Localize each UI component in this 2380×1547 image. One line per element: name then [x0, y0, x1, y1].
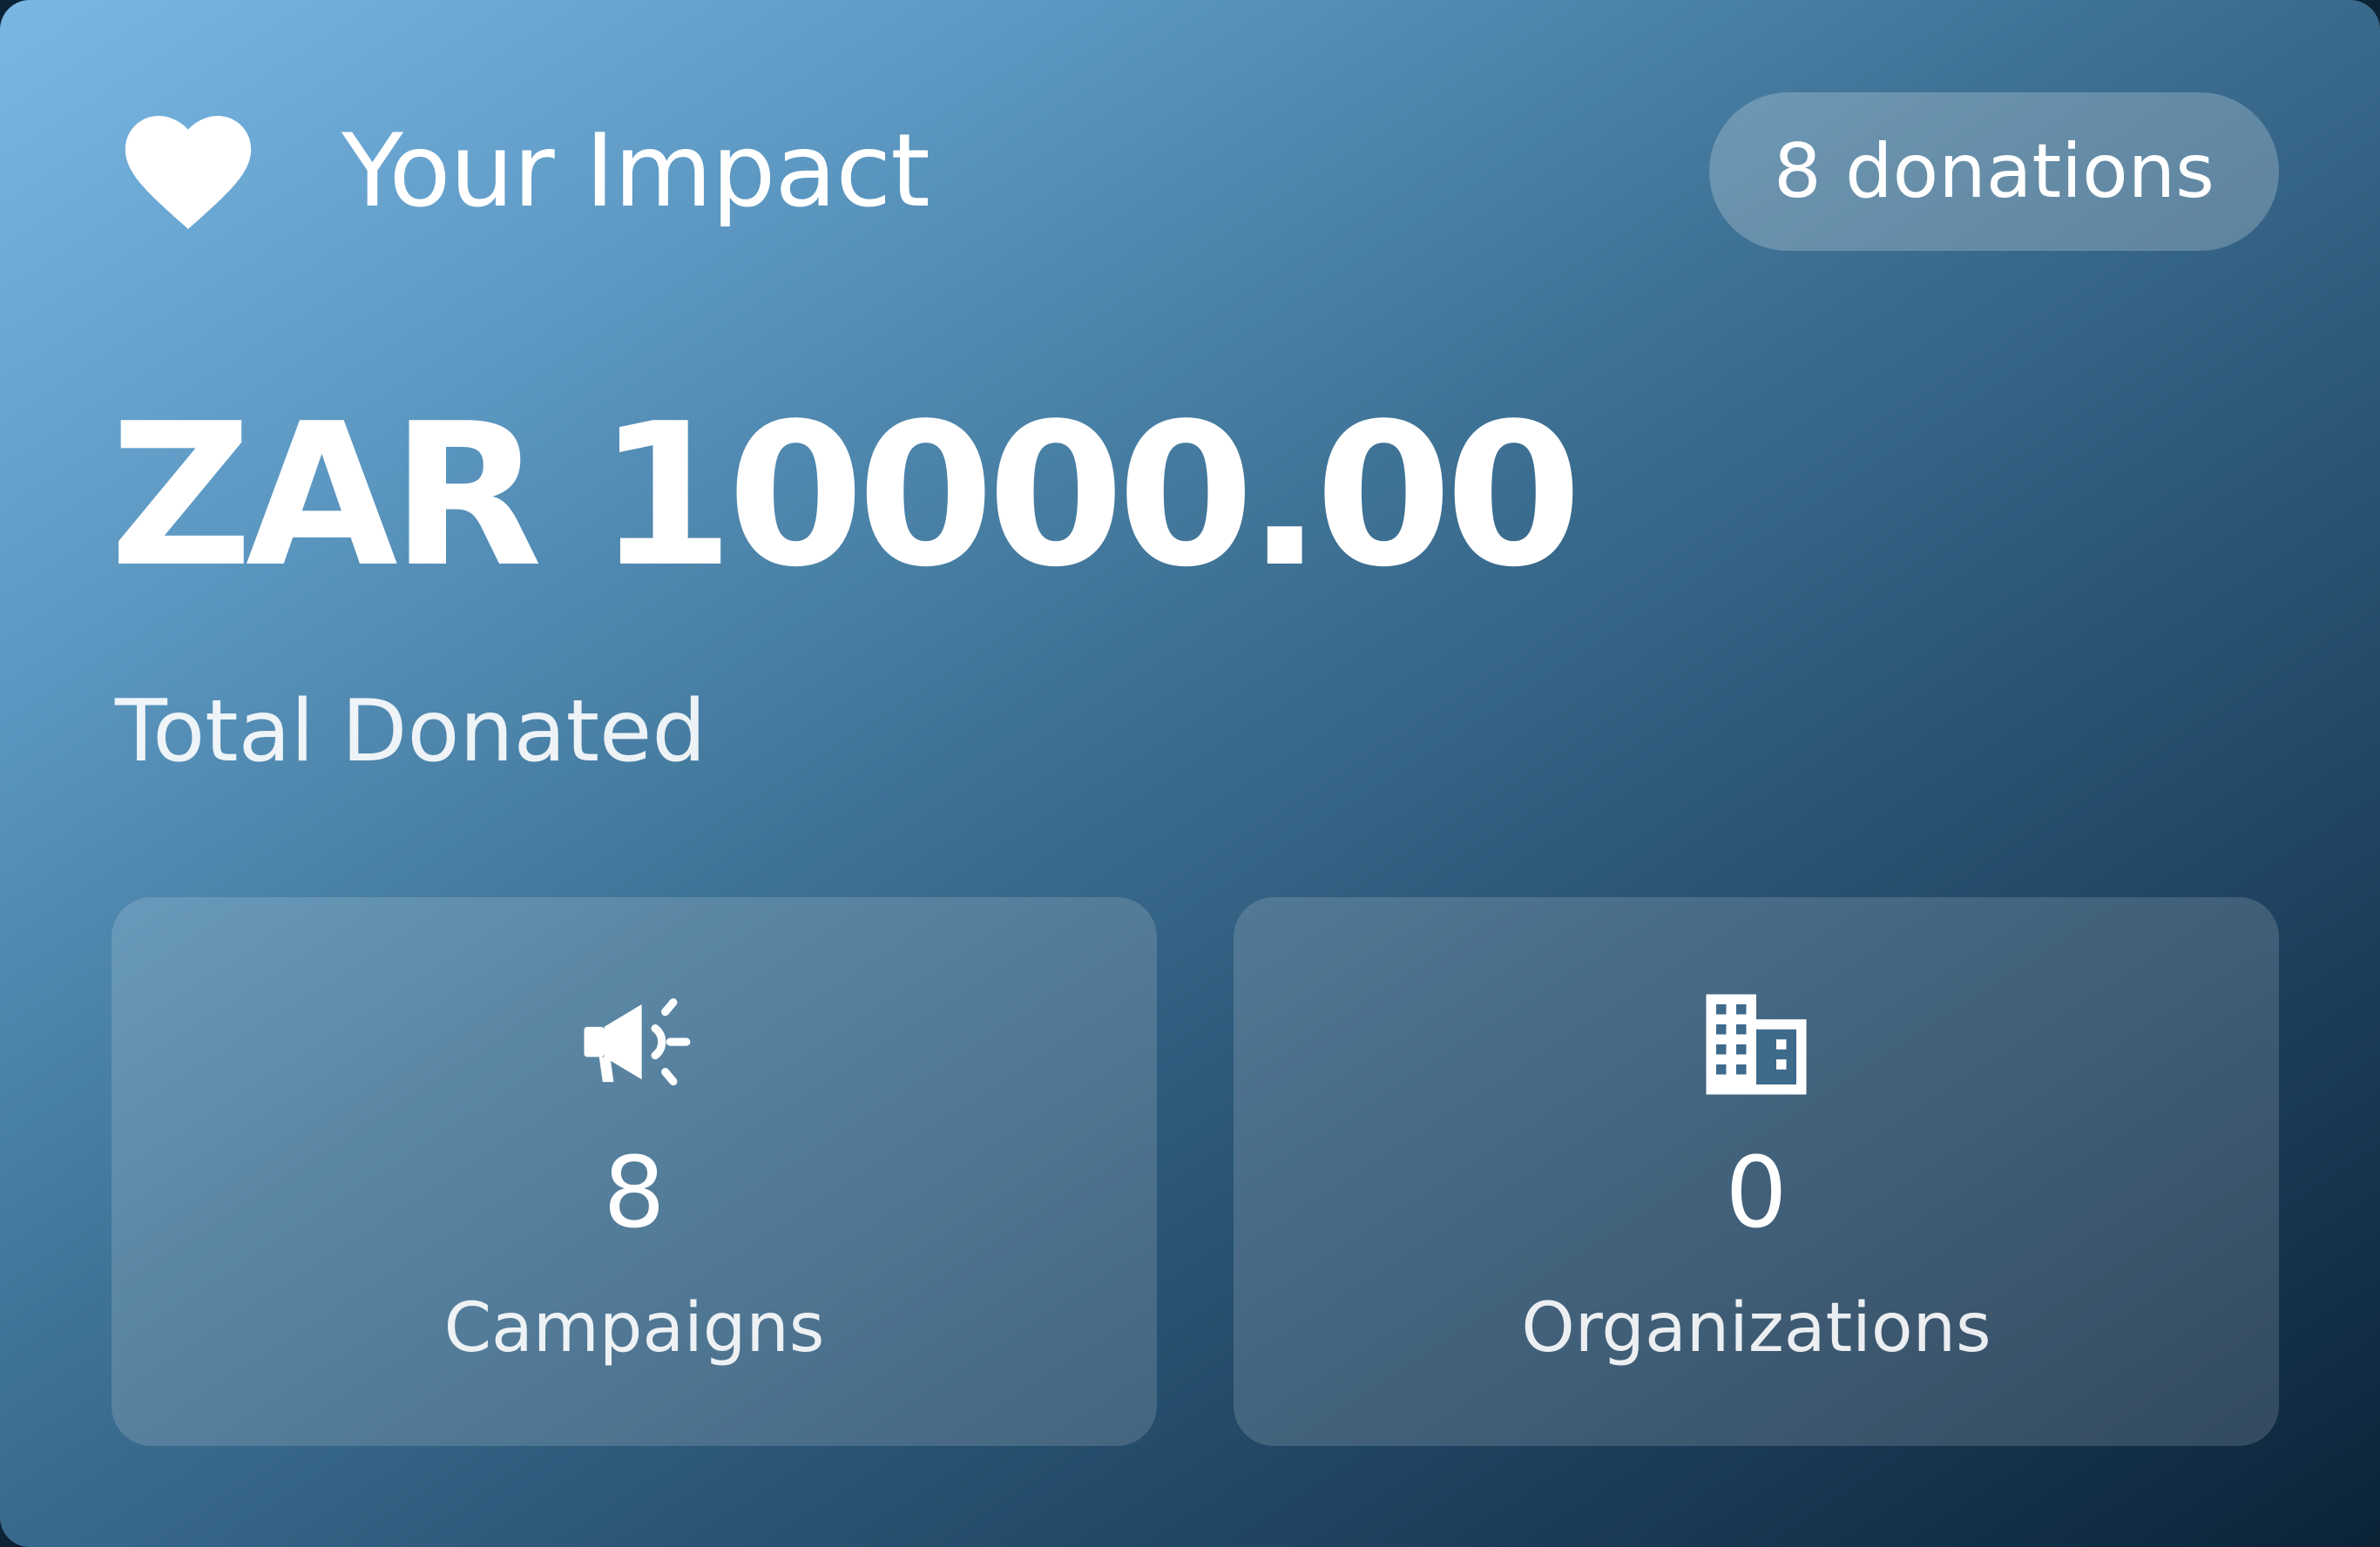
megaphone-icon: [112, 984, 1157, 1105]
building-icon: [1234, 984, 2279, 1105]
organizations-stat-card: 0 Organizations: [1234, 897, 2279, 1446]
heart-icon: [122, 111, 254, 232]
card-title: Your Impact: [341, 112, 930, 230]
impact-card: Your Impact 8 donations ZAR 10000.00 Tot…: [0, 0, 2380, 1547]
organizations-count: 0: [1725, 1137, 1788, 1250]
campaigns-count: 8: [603, 1137, 666, 1250]
total-donated-amount: ZAR 10000.00: [110, 382, 1582, 611]
organizations-label: Organizations: [1521, 1289, 1991, 1368]
campaigns-stat-card: 8 Campaigns: [112, 897, 1157, 1446]
campaigns-label: Campaigns: [443, 1289, 825, 1368]
total-donated-label: Total Donated: [115, 682, 707, 781]
donations-count-badge: 8 donations: [1709, 92, 2279, 251]
